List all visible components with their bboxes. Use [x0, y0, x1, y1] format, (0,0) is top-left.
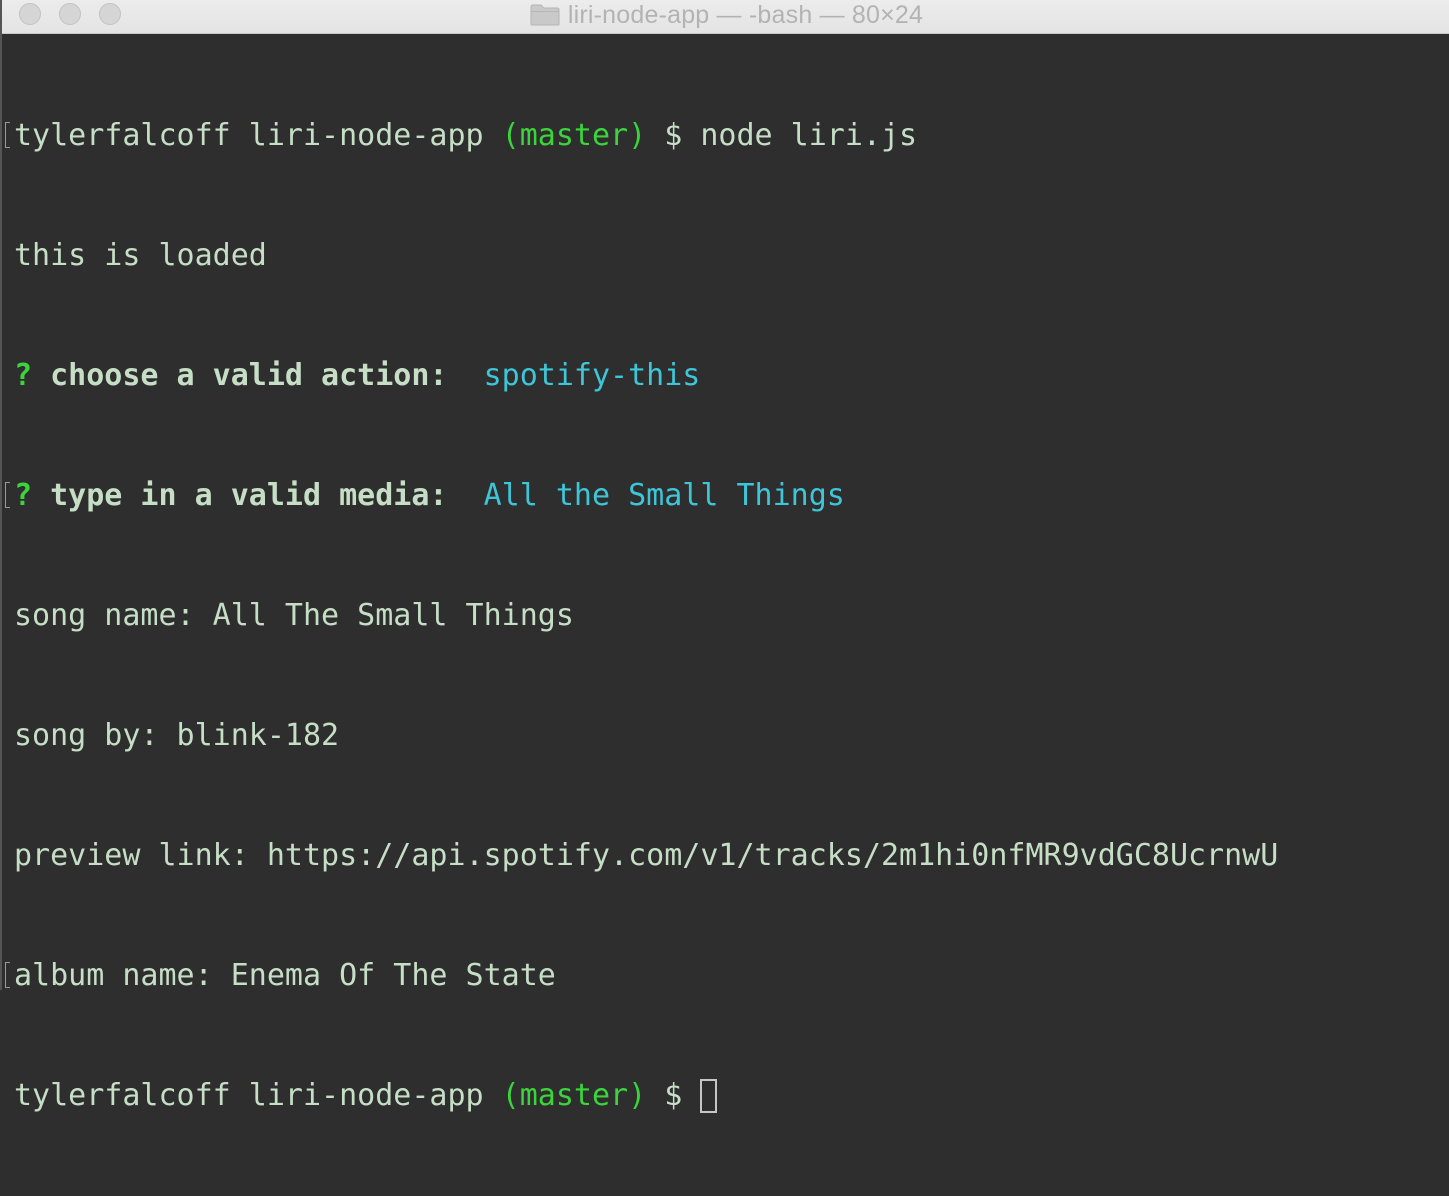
output-text: song by: blink-182	[14, 718, 340, 753]
prompt-user-dir: tylerfalcoff liri-node-app	[14, 1078, 502, 1113]
output-text: preview link: https://api.spotify.com/v1…	[14, 838, 1279, 873]
terminal-output[interactable]: tylerfalcoff liri-node-app (master) $ no…	[5, 36, 1449, 1196]
question-text: choose a valid action:	[32, 358, 448, 393]
output-text: album name: Enema Of The State	[14, 958, 556, 993]
prompt-symbol: $	[646, 1078, 701, 1113]
window-title-group: liri-node-app — -bash — 80×24	[2, 0, 1449, 30]
question-mark: ?	[14, 358, 33, 393]
terminal-line-album-name: album name: Enema Of The State	[5, 956, 1449, 996]
line-mark	[5, 482, 10, 508]
question-text: type in a valid media:	[32, 478, 448, 513]
line-mark	[5, 122, 10, 148]
title-bar[interactable]: liri-node-app — -bash — 80×24	[2, 0, 1449, 34]
terminal-line-media-question: ? type in a valid media: All the Small T…	[5, 476, 1449, 516]
terminal-line-command: tylerfalcoff liri-node-app (master) $ no…	[5, 116, 1449, 156]
command-text: $ node liri.js	[646, 118, 918, 153]
answer-text: All the Small Things	[447, 478, 845, 513]
terminal-line-prompt: tylerfalcoff liri-node-app (master) $	[14, 1076, 1449, 1116]
window-title: liri-node-app — -bash — 80×24	[567, 0, 924, 29]
prompt-branch: (master)	[501, 118, 647, 153]
terminal-window: liri-node-app — -bash — 80×24 tylerfalco…	[0, 0, 1449, 1113]
terminal-line-song-by: song by: blink-182	[14, 716, 1449, 756]
output-text: this is loaded	[14, 238, 267, 273]
line-mark	[5, 962, 10, 988]
folder-icon	[530, 4, 560, 26]
terminal-line-song-name: song name: All The Small Things	[14, 596, 1449, 636]
output-text: song name: All The Small Things	[14, 598, 574, 633]
text-cursor[interactable]	[700, 1079, 718, 1113]
prompt-user-dir: tylerfalcoff liri-node-app	[14, 118, 502, 153]
answer-text: spotify-this	[447, 358, 701, 393]
terminal-line-preview-link: preview link: https://api.spotify.com/v1…	[14, 836, 1449, 876]
terminal-line-loaded: this is loaded	[14, 236, 1449, 276]
terminal-line-action-question: ? choose a valid action: spotify-this	[14, 356, 1449, 396]
question-mark: ?	[14, 478, 33, 513]
prompt-branch: (master)	[501, 1078, 647, 1113]
